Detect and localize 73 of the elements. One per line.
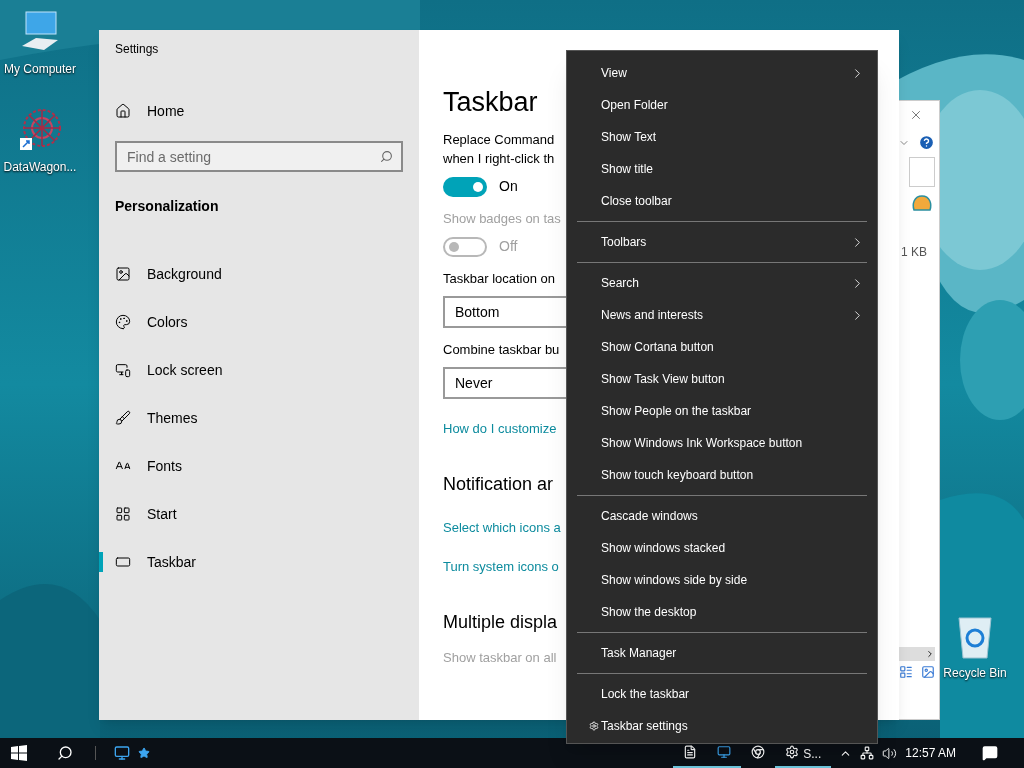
sidebar-item[interactable]: Colors bbox=[99, 298, 419, 346]
toggle-state-text: On bbox=[499, 177, 518, 196]
page-heading: Taskbar bbox=[443, 86, 538, 118]
gear-icon bbox=[785, 745, 800, 759]
text-field[interactable] bbox=[909, 157, 935, 187]
sidebar-item[interactable]: Start bbox=[99, 490, 419, 538]
desktop-icon-label[interactable]: My Computer bbox=[4, 60, 76, 78]
home-icon bbox=[115, 103, 131, 119]
setting-label: Show badges on tas bbox=[443, 210, 561, 228]
menu-item[interactable]: Show title bbox=[577, 153, 867, 185]
setting-label: Combine taskbar bu bbox=[443, 341, 560, 359]
thumbnail-view-icon[interactable] bbox=[921, 665, 935, 679]
sidebar-item[interactable]: Lock screen bbox=[99, 346, 419, 394]
menu-item[interactable]: Show Text bbox=[577, 121, 867, 153]
menu-item[interactable]: Search bbox=[577, 267, 867, 299]
menu-item[interactable]: Lock the taskbar bbox=[577, 678, 867, 710]
settings-link[interactable]: How do I customize bbox=[443, 419, 557, 439]
themes-icon bbox=[115, 410, 131, 426]
windows-start-icon[interactable] bbox=[11, 745, 27, 761]
menu-item[interactable]: Toolbars bbox=[577, 226, 867, 258]
menu-item[interactable]: Task Manager bbox=[577, 637, 867, 669]
menu-item[interactable]: Close toolbar bbox=[577, 185, 867, 217]
colors-icon bbox=[115, 314, 131, 330]
section-heading: Notification ar bbox=[443, 472, 554, 496]
document-icon bbox=[683, 745, 698, 759]
menu-item[interactable]: Cascade windows bbox=[577, 500, 867, 532]
section-heading: Multiple displa bbox=[443, 610, 558, 634]
menu-item[interactable]: Show windows side by side bbox=[577, 564, 867, 596]
network-icon[interactable] bbox=[860, 746, 875, 760]
sidebar-item[interactable]: Themes bbox=[99, 394, 419, 442]
lock-icon bbox=[115, 362, 131, 378]
setting-label: Taskbar location on bbox=[443, 270, 555, 288]
clock-text[interactable]: 12:57 AM bbox=[905, 744, 956, 762]
taskbar-icon bbox=[115, 554, 131, 570]
scroll-right-icon[interactable] bbox=[925, 649, 935, 659]
menu-item[interactable]: Show touch keyboard button bbox=[577, 459, 867, 491]
setting-label: Replace Command when I right-click th bbox=[443, 131, 555, 168]
sidebar-item[interactable]: Background bbox=[99, 250, 419, 298]
settings-link[interactable]: Turn system icons o bbox=[443, 557, 559, 577]
desktop-icon-label[interactable]: Recycle Bin bbox=[943, 664, 1007, 682]
menu-item[interactable]: Show windows stacked bbox=[577, 532, 867, 564]
start-icon bbox=[115, 506, 131, 522]
details-view-icon[interactable] bbox=[899, 665, 913, 679]
toggle-state-text: Off bbox=[499, 237, 518, 256]
notification-icon[interactable] bbox=[982, 745, 998, 761]
monitor-icon bbox=[717, 745, 732, 759]
sidebar-section-title: Personalization bbox=[115, 197, 220, 216]
toggle-switch[interactable] bbox=[443, 176, 487, 197]
sidebar-item[interactable]: Fonts bbox=[99, 442, 419, 490]
browser-icon bbox=[751, 745, 766, 759]
settings-icon bbox=[589, 720, 599, 732]
setting-label: Show taskbar on all bbox=[443, 648, 557, 667]
menu-item[interactable]: View bbox=[577, 57, 867, 89]
background-icon bbox=[115, 266, 131, 282]
file-size-text: 1 KB bbox=[901, 244, 927, 261]
menu-item[interactable]: Show Windows Ink Workspace button bbox=[577, 427, 867, 459]
search-icon[interactable] bbox=[57, 745, 73, 761]
menu-item[interactable]: Show Cortana button bbox=[577, 331, 867, 363]
menu-item[interactable]: Open Folder bbox=[577, 89, 867, 121]
monitor-icon[interactable] bbox=[114, 745, 130, 761]
search-icon bbox=[380, 150, 393, 163]
help-icon[interactable] bbox=[918, 134, 935, 151]
volume-icon[interactable] bbox=[882, 745, 898, 761]
home-nav-item[interactable]: Home bbox=[115, 97, 419, 125]
search-field[interactable]: Find a setting bbox=[115, 141, 403, 172]
recycle-bin-icon[interactable] bbox=[955, 614, 995, 660]
desktop-icon-label[interactable]: DataWagon... bbox=[3, 158, 77, 176]
window-title: Settings bbox=[115, 41, 160, 58]
settings-link[interactable]: Select which icons a bbox=[443, 517, 561, 537]
close-icon[interactable] bbox=[909, 108, 923, 122]
shell-icon[interactable] bbox=[911, 195, 933, 213]
menu-item[interactable]: Show the desktop bbox=[577, 596, 867, 628]
star-icon[interactable] bbox=[138, 747, 150, 759]
